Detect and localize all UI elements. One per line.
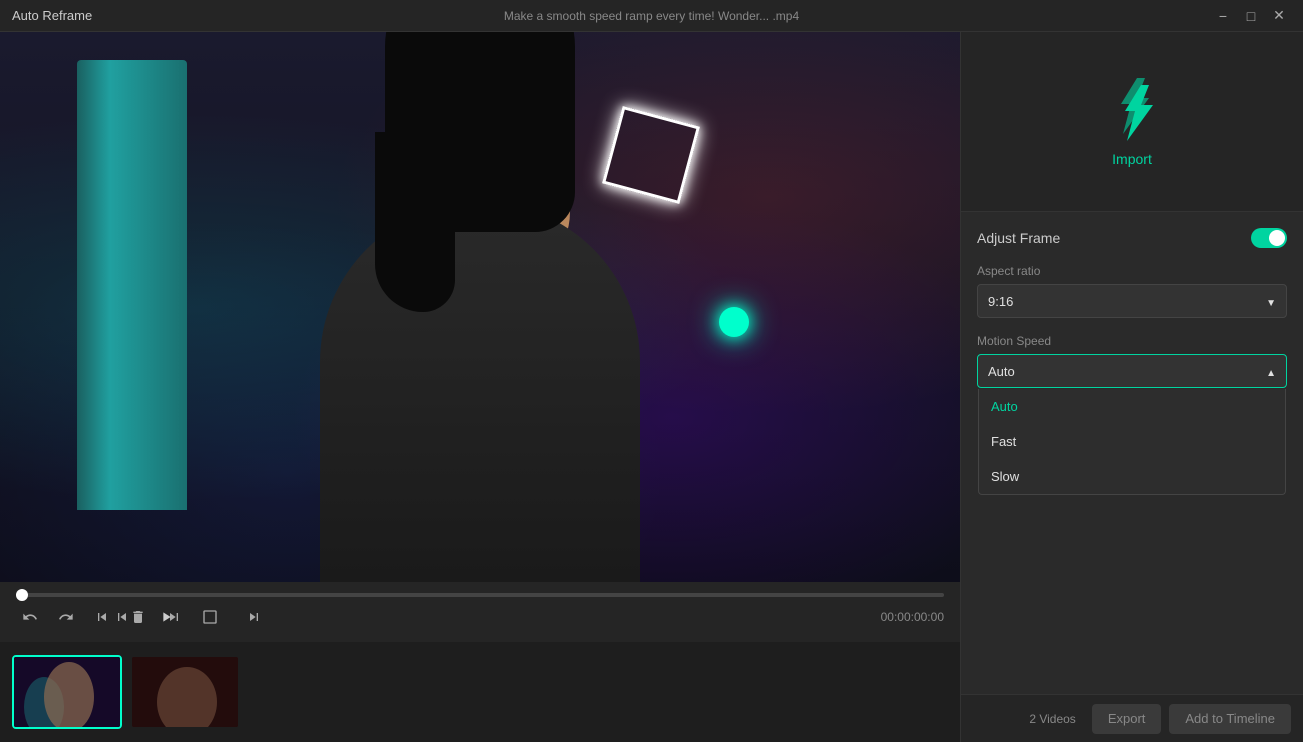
frame-forward-button[interactable]: [240, 603, 268, 631]
app-title: Auto Reframe: [12, 8, 92, 23]
motion-speed-group: Motion Speed Auto Auto Fast Slow: [977, 334, 1287, 388]
window-controls: − □ ✕: [1211, 4, 1291, 28]
aspect-ratio-chevron-icon: [1266, 294, 1276, 309]
close-button[interactable]: ✕: [1267, 4, 1291, 28]
playback-bar: 00:00:00:00: [0, 582, 960, 642]
adjust-frame-toggle[interactable]: [1251, 228, 1287, 248]
progress-thumb[interactable]: [16, 589, 28, 601]
import-icon-front: [1111, 83, 1161, 143]
person-hair: [385, 32, 575, 232]
motion-speed-dropdown: Auto Fast Slow: [978, 389, 1286, 495]
export-button[interactable]: Export: [1092, 704, 1162, 734]
add-to-timeline-button[interactable]: Add to Timeline: [1169, 704, 1291, 734]
timeline-area: [0, 642, 960, 742]
room-door: [77, 60, 187, 510]
video-count: 2 Videos: [1029, 712, 1075, 726]
undo-button[interactable]: [16, 603, 44, 631]
play-button[interactable]: [152, 603, 180, 631]
adjust-section: Adjust Frame Aspect ratio 9:16 Motion Sp…: [961, 212, 1303, 694]
undo-icon: [22, 609, 38, 625]
redo-button[interactable]: [52, 603, 80, 631]
frame-forward-icon: [246, 609, 262, 625]
file-name: Make a smooth speed ramp every time! Won…: [504, 9, 799, 23]
time-display: 00:00:00:00: [881, 610, 944, 624]
import-icon-group: [1103, 76, 1161, 143]
video-area: 00:00:00:00: [0, 32, 960, 742]
aspect-ratio-select[interactable]: 9:16: [977, 284, 1287, 318]
redo-icon: [58, 609, 74, 625]
aspect-ratio-label: Aspect ratio: [977, 264, 1287, 278]
shelf-light: [719, 307, 749, 337]
minimize-button[interactable]: −: [1211, 4, 1235, 28]
video-frame: [0, 32, 960, 582]
thumb-svg-1: [14, 657, 122, 729]
fit-icon: [202, 609, 218, 625]
dropdown-item-slow[interactable]: Slow: [979, 459, 1285, 494]
video-player[interactable]: [0, 32, 960, 582]
motion-speed-value: Auto: [988, 364, 1015, 379]
timeline-thumb-2[interactable]: [130, 655, 240, 729]
dropdown-item-auto[interactable]: Auto: [979, 389, 1285, 424]
bottom-bar: 2 Videos Export Add to Timeline: [961, 694, 1303, 742]
motion-speed-chevron-icon: [1266, 364, 1276, 379]
dropdown-item-fast[interactable]: Fast: [979, 424, 1285, 459]
motion-speed-select[interactable]: Auto Auto Fast Slow: [977, 354, 1287, 388]
frame-back-button[interactable]: [108, 603, 136, 631]
maximize-button[interactable]: □: [1239, 4, 1263, 28]
thumb-preview-2: [132, 657, 238, 727]
right-panel: Import Adjust Frame Aspect ratio 9:16 Mo…: [960, 32, 1303, 742]
motion-speed-label: Motion Speed: [977, 334, 1287, 348]
frame-back-icon: [114, 609, 130, 625]
fit-button[interactable]: [196, 603, 224, 631]
playback-controls-center: [108, 603, 268, 631]
play-icon: [158, 609, 174, 625]
aspect-ratio-value: 9:16: [988, 294, 1013, 309]
progress-bar[interactable]: [16, 593, 944, 597]
section-title: Adjust Frame: [977, 230, 1060, 246]
timeline-thumb-1[interactable]: [12, 655, 122, 729]
thumb-preview-1: [14, 657, 120, 727]
controls-row: 00:00:00:00: [16, 603, 944, 631]
titlebar: Auto Reframe Make a smooth speed ramp ev…: [0, 0, 1303, 32]
person-body: [320, 202, 640, 582]
section-header: Adjust Frame: [977, 228, 1287, 248]
import-label[interactable]: Import: [1112, 151, 1152, 167]
thumb-svg-2: [132, 657, 240, 729]
import-area: Import: [961, 32, 1303, 212]
main-layout: 00:00:00:00: [0, 32, 1303, 742]
aspect-ratio-group: Aspect ratio 9:16: [977, 264, 1287, 318]
